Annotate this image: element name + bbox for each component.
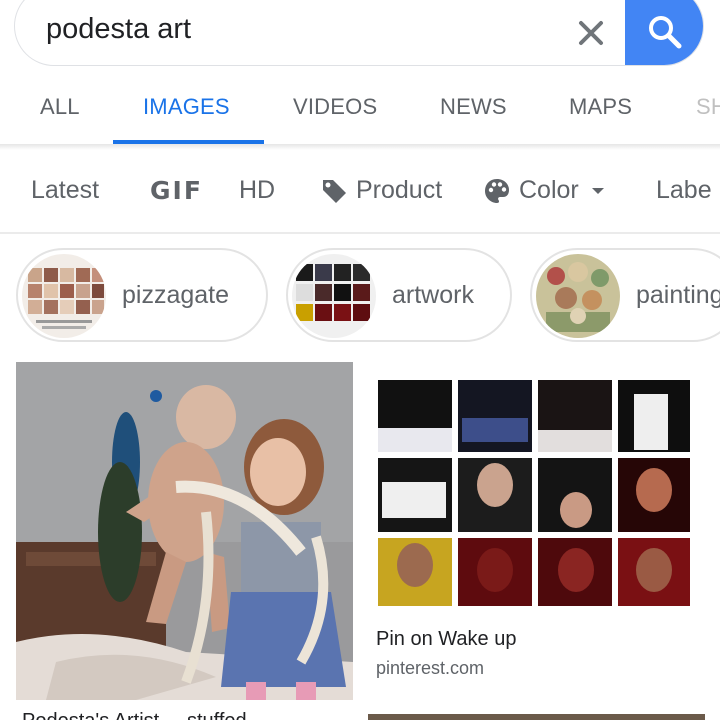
- filter-color[interactable]: Color: [483, 176, 617, 205]
- result-image-right: [372, 370, 690, 610]
- search-input[interactable]: podesta art: [46, 13, 191, 46]
- result-source: pinterest.com: [376, 658, 485, 678]
- filter-product[interactable]: Product: [320, 176, 442, 205]
- result-title[interactable]: Pin on Wake up: [376, 628, 516, 651]
- tab-shopping[interactable]: SH: [696, 94, 720, 120]
- filter-latest[interactable]: Latest: [31, 176, 99, 205]
- result-caption-left[interactable]: Podesta's Artist ... stuffed ...: [22, 710, 269, 720]
- close-icon[interactable]: [571, 13, 611, 53]
- chip-label: artwork: [392, 281, 474, 309]
- filter-hd[interactable]: HD: [239, 176, 275, 205]
- related-chip-painting[interactable]: painting: [530, 248, 720, 342]
- tab-images[interactable]: IMAGES: [143, 94, 230, 120]
- filter-product-label: Product: [356, 176, 443, 204]
- chip-thumbnail: [536, 254, 620, 338]
- next-result-image[interactable]: [368, 714, 705, 720]
- related-chip-pizzagate[interactable]: pizzagate: [16, 248, 268, 342]
- search-icon: [645, 0, 685, 57]
- palette-icon: [485, 178, 509, 203]
- tag-icon: [323, 179, 346, 203]
- tab-news[interactable]: NEWS: [440, 94, 507, 120]
- filter-color-label: Color: [519, 176, 579, 204]
- tab-videos[interactable]: VIDEOS: [293, 94, 377, 120]
- filters-divider: [0, 232, 720, 234]
- chip-thumbnail: [292, 254, 376, 338]
- chip-thumbnail: [22, 254, 106, 338]
- result-image-left[interactable]: [16, 362, 353, 700]
- chevron-down-icon: [591, 187, 604, 194]
- chip-label: painting: [636, 281, 720, 309]
- filter-bar: Latest GIF HD Product Color Labe: [0, 150, 720, 234]
- filter-gif[interactable]: GIF: [150, 176, 203, 205]
- chip-label: pizzagate: [122, 281, 230, 309]
- related-chip-artwork[interactable]: artwork: [286, 248, 512, 342]
- search-button[interactable]: [625, 0, 703, 65]
- tab-maps[interactable]: MAPS: [569, 94, 632, 120]
- result-card-right[interactable]: Pin on Wake up pinterest.com: [368, 362, 705, 695]
- search-bar[interactable]: podesta art: [14, 0, 704, 66]
- search-tabs: ALL IMAGES VIDEOS NEWS MAPS SH: [0, 74, 720, 144]
- tab-all[interactable]: ALL: [40, 94, 80, 120]
- filter-labeled[interactable]: Labe: [656, 176, 712, 205]
